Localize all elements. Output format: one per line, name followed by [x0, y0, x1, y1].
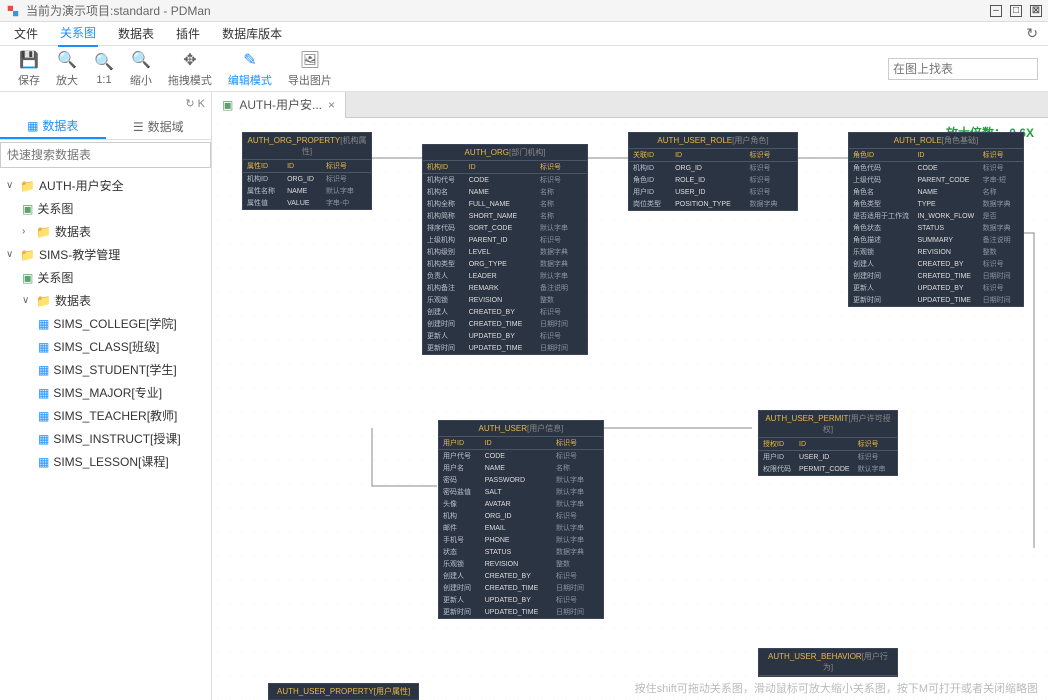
- tree-sims-tables[interactable]: ∨📁数据表: [0, 289, 211, 312]
- toolbar: 💾保存 🔍放大 🔍1:1 🔍缩小 ✥拖拽模式 ✎编辑模式 🖼导出图片: [0, 46, 1048, 92]
- menu-tables[interactable]: 数据表: [116, 21, 156, 46]
- menu-dbver[interactable]: 数据库版本: [220, 21, 284, 46]
- tree-table-item[interactable]: ▦SIMS_TEACHER[教师]: [0, 404, 211, 427]
- entity-auth-user-permit[interactable]: AUTH_USER_PERMIT[用户许可授权] 授权IDID标识号用户IDUS…: [758, 410, 898, 476]
- entity-auth-org-property[interactable]: AUTH_ORG_PROPERTY[机构属性] 属性IDID标识号机构IDORG…: [242, 132, 372, 210]
- zoom-reset-button[interactable]: 🔍1:1: [86, 50, 122, 88]
- table-icon: ▦: [38, 340, 49, 354]
- app-logo-icon: [6, 4, 20, 18]
- minimize-button[interactable]: –: [990, 5, 1002, 17]
- zoom-out-icon: 🔍: [131, 50, 151, 70]
- window-controls: – □ ⊠: [990, 5, 1042, 17]
- diagram-icon: ▣: [22, 202, 33, 216]
- sidebar-top-controls[interactable]: ↻ K: [0, 92, 211, 114]
- tree-table-item[interactable]: ▦SIMS_COLLEGE[学院]: [0, 312, 211, 335]
- zoom-in-icon: 🔍: [57, 50, 77, 70]
- window-title: 当前为演示项目:standard - PDMan: [26, 2, 990, 19]
- entity-auth-user-property[interactable]: AUTH_USER_PROPERTY[用户属性]: [268, 683, 419, 700]
- tree-table-item[interactable]: ▦SIMS_LESSON[课程]: [0, 450, 211, 473]
- tree-table-item[interactable]: ▦SIMS_MAJOR[专业]: [0, 381, 211, 404]
- grid-icon: ▦: [27, 119, 38, 133]
- canvas-tab-active[interactable]: ▣ AUTH-用户安... ×: [212, 92, 346, 118]
- export-image-button[interactable]: 🖼导出图片: [280, 48, 340, 90]
- sidebar: ↻ K ▦数据表 ☰数据域 ∨📁AUTH-用户安全 ▣关系图 ›📁数据表 ∨📁S…: [0, 92, 212, 700]
- edit-icon: ✎: [243, 50, 256, 70]
- menu-file[interactable]: 文件: [12, 21, 40, 46]
- table-icon: ▦: [38, 432, 49, 446]
- canvas-tabs: ▣ AUTH-用户安... ×: [212, 92, 1048, 118]
- zoom-reset-icon: 🔍: [94, 52, 114, 72]
- entity-auth-user[interactable]: AUTH_USER[用户信息] 用户IDID标识号用户代号CODE标识号用户名N…: [438, 420, 604, 619]
- tree-table-item[interactable]: ▦SIMS_STUDENT[学生]: [0, 358, 211, 381]
- tree-group-sims[interactable]: ∨📁SIMS-教学管理: [0, 243, 211, 266]
- diagram-icon: ▣: [222, 98, 233, 112]
- list-icon: ☰: [133, 120, 144, 134]
- tree-table-item[interactable]: ▦SIMS_CLASS[班级]: [0, 335, 211, 358]
- drag-icon: ✥: [183, 50, 196, 70]
- entity-auth-role[interactable]: AUTH_ROLE[角色基础] 角色IDID标识号角色代码CODE标识号上级代码…: [848, 132, 1024, 307]
- entity-auth-org[interactable]: AUTH_ORG[部门机构] 机构IDID标识号机构代号CODE标识号机构名NA…: [422, 144, 588, 355]
- save-icon: 💾: [19, 50, 39, 70]
- sidebar-tree: ∨📁AUTH-用户安全 ▣关系图 ›📁数据表 ∨📁SIMS-教学管理 ▣关系图 …: [0, 170, 211, 700]
- table-icon: ▦: [38, 409, 49, 423]
- export-icon: 🖼: [300, 50, 320, 70]
- table-icon: ▦: [38, 317, 49, 331]
- table-icon: ▦: [38, 386, 49, 400]
- zoom-out-button[interactable]: 🔍缩小: [122, 48, 160, 90]
- folder-icon: 📁: [20, 179, 35, 193]
- tree-table-item[interactable]: ▦SIMS_INSTRUCT[授课]: [0, 427, 211, 450]
- diagram-canvas[interactable]: 放大倍数： 0.6X AUTH_ORG_PROPERTY[机构属性] 属性IDI…: [212, 118, 1048, 700]
- canvas-search: [888, 58, 1038, 80]
- sidebar-search-input[interactable]: [0, 142, 211, 168]
- close-tab-icon[interactable]: ×: [328, 98, 335, 112]
- folder-icon: 📁: [36, 225, 51, 239]
- menu-diagram[interactable]: 关系图: [58, 20, 98, 47]
- entity-auth-user-behavior[interactable]: AUTH_USER_BEHAVIOR[用户行为]: [758, 648, 898, 677]
- drag-mode-button[interactable]: ✥拖拽模式: [160, 48, 220, 90]
- zoom-in-button[interactable]: 🔍放大: [48, 48, 86, 90]
- save-button[interactable]: 💾保存: [10, 48, 48, 90]
- title-bar: 当前为演示项目:standard - PDMan – □ ⊠: [0, 0, 1048, 22]
- entity-auth-user-role[interactable]: AUTH_USER_ROLE[用户角色] 关联IDID标识号机构IDORG_ID…: [628, 132, 798, 211]
- table-icon: ▦: [38, 363, 49, 377]
- tree-sims-diagram[interactable]: ▣关系图: [0, 266, 211, 289]
- edit-mode-button[interactable]: ✎编辑模式: [220, 48, 280, 90]
- maximize-button[interactable]: □: [1010, 5, 1022, 17]
- sidebar-tab-domains[interactable]: ☰数据域: [106, 114, 212, 139]
- diagram-icon: ▣: [22, 271, 33, 285]
- tree-auth-tables[interactable]: ›📁数据表: [0, 220, 211, 243]
- folder-icon: 📁: [20, 248, 35, 262]
- tree-group-auth[interactable]: ∨📁AUTH-用户安全: [0, 174, 211, 197]
- close-button[interactable]: ⊠: [1030, 5, 1042, 17]
- menu-plugins[interactable]: 插件: [174, 21, 202, 46]
- sidebar-tab-tables[interactable]: ▦数据表: [0, 114, 106, 139]
- table-icon: ▦: [38, 455, 49, 469]
- canvas-hint: 按住shift可拖动关系图，滑动鼠标可放大缩小关系图，按下M可打开或者关闭缩略图: [635, 680, 1038, 696]
- refresh-icon[interactable]: ↻: [1026, 25, 1038, 42]
- menu-bar: 文件 关系图 数据表 插件 数据库版本 ↻: [0, 22, 1048, 46]
- canvas-area: ▣ AUTH-用户安... × 放大倍数： 0.6X AUTH_ORG_PROP…: [212, 92, 1048, 700]
- folder-icon: 📁: [36, 294, 51, 308]
- tree-auth-diagram[interactable]: ▣关系图: [0, 197, 211, 220]
- canvas-search-input[interactable]: [888, 58, 1038, 80]
